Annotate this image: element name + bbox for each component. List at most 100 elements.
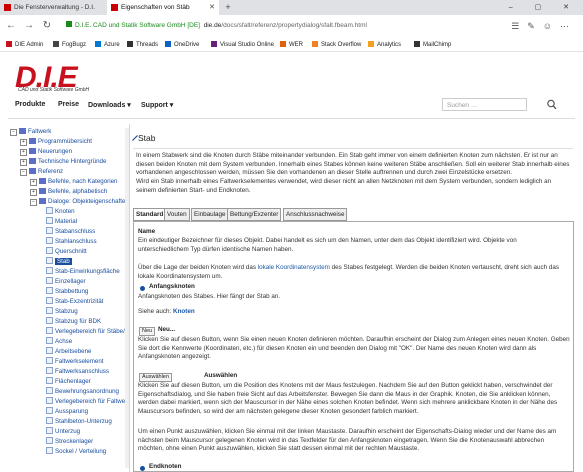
tree-item[interactable]: + Programmübersicht bbox=[20, 137, 92, 146]
expand-icon: + bbox=[30, 189, 37, 196]
page-icon bbox=[46, 347, 53, 354]
tree-item[interactable]: Stahlbeton-Unterzug bbox=[46, 417, 112, 426]
tab-standard[interactable]: Standard bbox=[133, 208, 167, 221]
page-icon bbox=[46, 227, 53, 234]
page-icon bbox=[46, 277, 53, 284]
tab-anschlussnachweise[interactable]: Anschlussnachweise bbox=[283, 208, 348, 221]
favorite-link[interactable]: Azure bbox=[95, 39, 120, 51]
favorite-icon bbox=[165, 41, 171, 47]
tree-item[interactable]: Einzellager bbox=[46, 277, 86, 286]
tree-item[interactable]: Verlegebereich für Stäbe/L bbox=[46, 327, 128, 336]
new-tab-button[interactable]: + bbox=[222, 0, 234, 15]
favorite-link[interactable]: Stack Overflow bbox=[312, 39, 361, 51]
page-icon bbox=[46, 387, 53, 394]
page-icon bbox=[46, 317, 53, 324]
tree-item[interactable]: Achse bbox=[46, 337, 72, 346]
back-arrow-icon[interactable]: ← bbox=[4, 19, 18, 33]
tree-item[interactable]: Verlegebereich für Faltwer bbox=[46, 397, 127, 406]
tree-item[interactable]: Aussparung bbox=[46, 407, 88, 416]
window-controls[interactable]: – ▢ ✕ bbox=[509, 0, 579, 15]
refresh-icon[interactable]: ↻ bbox=[40, 19, 54, 33]
tree-item[interactable]: − Referenz bbox=[20, 167, 63, 176]
auswaehlen-description-2: Um einen Punkt auszuwählen, klicken Sie … bbox=[138, 428, 557, 452]
favorite-link[interactable]: Analytics bbox=[368, 39, 401, 51]
tab-vouten[interactable]: Vouten bbox=[164, 208, 190, 221]
tree-item-selected[interactable]: Stab bbox=[46, 257, 72, 266]
tree-item[interactable]: + Technische Hintergründe bbox=[20, 157, 106, 166]
favorite-link[interactable]: Visual Studio Online bbox=[211, 39, 274, 51]
tree-item[interactable]: Stabbettung bbox=[46, 287, 88, 296]
url-field[interactable]: D.I.E. CAD und Statik Software GmbH [DE]… bbox=[66, 19, 446, 33]
favorite-link[interactable]: MailChimp bbox=[414, 39, 451, 51]
tree-item[interactable]: Flächenlager bbox=[46, 377, 91, 386]
expand-icon: + bbox=[20, 159, 27, 166]
nav-produkte[interactable]: Produkte bbox=[15, 101, 45, 108]
collapse-icon: − bbox=[10, 129, 17, 136]
favorite-icon bbox=[312, 41, 318, 47]
book-icon bbox=[39, 198, 46, 204]
tree-item[interactable]: Bewehrungsanordnung bbox=[46, 387, 119, 396]
tree-item[interactable]: Faltwerkselement bbox=[46, 357, 104, 366]
tree-item[interactable]: Stabzug für BDK bbox=[46, 317, 101, 326]
intro-text: In einem Stabwerk sind die Knoten durch … bbox=[136, 152, 570, 194]
tree-item[interactable]: Stabzug bbox=[46, 307, 78, 316]
search-icon[interactable] bbox=[546, 98, 558, 111]
book-icon bbox=[29, 148, 36, 154]
tab-title: Eigenschaften von Stäb bbox=[121, 4, 190, 11]
tree-item[interactable]: − Faltwerk bbox=[10, 127, 51, 136]
search-input[interactable]: Suchen … bbox=[442, 98, 527, 111]
favorite-link[interactable]: Threads bbox=[127, 39, 158, 51]
tree-item[interactable]: Unterzug bbox=[46, 427, 80, 436]
favorite-link[interactable]: OneDrive bbox=[165, 39, 199, 51]
tree-item[interactable]: Arbeitsebene bbox=[46, 347, 91, 356]
favorite-link[interactable]: WER bbox=[280, 39, 303, 51]
tree-item[interactable]: Stahlanschluss bbox=[46, 237, 97, 246]
page-icon bbox=[46, 377, 53, 384]
endknoten-heading: Endknoten bbox=[149, 463, 182, 470]
tab-title: Die Fensterverwaltung - D.I. bbox=[14, 4, 95, 11]
tree-item[interactable]: + Neuerungen bbox=[20, 147, 72, 156]
forward-arrow-icon[interactable]: → bbox=[22, 19, 36, 33]
neu-description: Klicken Sie auf diesen Button, wenn Sie … bbox=[138, 336, 570, 360]
tree-item[interactable]: − Dialoge: Objekteigenschaften bbox=[30, 197, 129, 206]
tree-item[interactable]: Stab-Einwirkungsfläche bbox=[46, 267, 120, 276]
tab-bettung-exzenter[interactable]: Bettung/Exzenter bbox=[227, 208, 282, 221]
page-icon bbox=[46, 357, 53, 364]
sidebar-tree: − Faltwerk + Programmübersicht + Neuerungen… bbox=[0, 119, 131, 472]
knoten-link[interactable]: Knoten bbox=[173, 308, 195, 315]
tree-item[interactable]: Stabanschluss bbox=[46, 227, 95, 236]
lage-description: Über die Lage der beiden Knoten wird das… bbox=[138, 264, 560, 280]
expand-icon: + bbox=[20, 139, 27, 146]
url-site-identity: D.I.E. CAD und Statik Software GmbH [DE] bbox=[75, 22, 200, 29]
nav-support[interactable]: Support ▾ bbox=[141, 101, 173, 109]
tree-item[interactable]: Knoten bbox=[46, 207, 75, 216]
nav-downloads[interactable]: Downloads ▾ bbox=[88, 101, 131, 109]
nav-preise[interactable]: Preise bbox=[58, 101, 79, 108]
favorite-icon bbox=[211, 41, 217, 47]
name-description: Ein eindeutiger Bezeichner für dieses Ob… bbox=[138, 237, 517, 253]
page-icon bbox=[46, 237, 53, 244]
tree-item[interactable]: Faltwerksanschluss bbox=[46, 367, 109, 376]
koordinatensystem-link[interactable]: lokale Koordinatensystem bbox=[258, 264, 330, 271]
site-favicon-icon bbox=[111, 4, 118, 11]
favorite-link[interactable]: DIE Admin bbox=[6, 39, 43, 51]
favorite-link[interactable]: FogBugz bbox=[53, 39, 86, 51]
pane-divider[interactable] bbox=[129, 124, 130, 472]
tree-item[interactable]: Material bbox=[46, 217, 77, 226]
siehe-auch: Siehe auch: Knoten bbox=[138, 308, 195, 315]
toolbar-icons[interactable]: ☰✎☺⋯ bbox=[511, 21, 577, 32]
tree-item[interactable]: + Befehle, alphabetisch bbox=[30, 187, 107, 196]
favorite-icon bbox=[95, 41, 101, 47]
browser-tab[interactable]: Die Fensterverwaltung - D.I. bbox=[0, 0, 107, 15]
book-icon bbox=[19, 128, 26, 134]
lock-icon bbox=[66, 21, 72, 27]
tree-item[interactable]: Stab-Exzentrizität bbox=[46, 297, 104, 306]
browser-tab-active[interactable]: Eigenschaften von Stäb ✕ bbox=[107, 0, 219, 15]
tree-item[interactable]: Querschnitt bbox=[46, 247, 87, 256]
close-tab-icon[interactable]: ✕ bbox=[209, 0, 215, 15]
tree-item[interactable]: + Befehle, nach Kategorien bbox=[30, 177, 118, 186]
tree-item[interactable]: Sockel / Verteilung bbox=[46, 447, 106, 456]
page-icon bbox=[46, 257, 53, 264]
tree-item[interactable]: Streckenlager bbox=[46, 437, 93, 446]
tab-einbaulage[interactable]: Einbaulage bbox=[191, 208, 229, 221]
